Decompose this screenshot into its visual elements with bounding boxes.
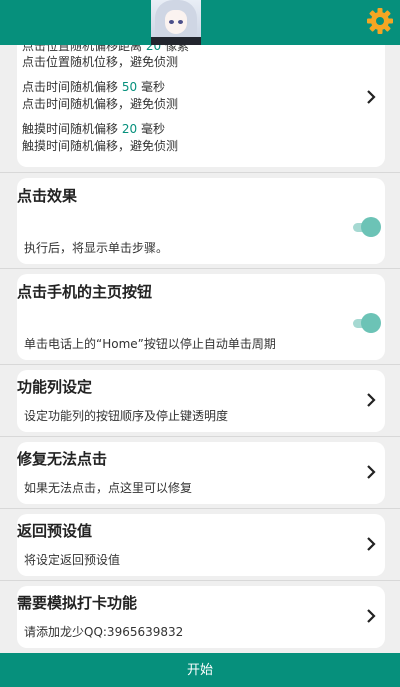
- top-app-bar: [0, 0, 400, 45]
- setting-fix-click[interactable]: 修复无法点击 如果无法点击，点这里可以修复: [17, 442, 385, 504]
- start-button[interactable]: 开始: [0, 653, 400, 687]
- settings-scroll-area[interactable]: 点击位置随机偏移距离 20 像素 点击位置随机位移，避免侦测 点击时间随机偏移 …: [0, 0, 400, 653]
- setting-title: 返回预设值: [17, 522, 93, 540]
- setting-title: 需要模拟打卡功能: [17, 594, 138, 612]
- chevron-right-icon[interactable]: [366, 609, 376, 623]
- divider: [0, 364, 400, 365]
- chevron-right-icon[interactable]: [366, 393, 376, 407]
- position-offset-hint: 点击位置随机位移，避免侦测: [22, 55, 179, 69]
- touch-offset-value: 20: [121, 122, 138, 136]
- divider: [0, 268, 400, 269]
- click-effect-toggle[interactable]: [353, 216, 381, 238]
- setting-desc: 单击电话上的“Home”按钮以停止自动单击周期: [24, 337, 276, 351]
- touch-offset-line: 触摸时间随机偏移 20 毫秒: [22, 122, 165, 136]
- divider: [0, 580, 400, 581]
- chevron-right-icon[interactable]: [366, 465, 376, 479]
- divider: [0, 508, 400, 509]
- divider: [0, 436, 400, 437]
- setting-click-effect[interactable]: 点击效果 执行后，将显示单击步骤。: [17, 178, 385, 264]
- divider: [0, 172, 400, 173]
- setting-desc: 请添加龙少QQ:3965639832: [24, 625, 184, 639]
- time-offset-hint: 点击时间随机偏移，避免侦测: [22, 97, 179, 111]
- touch-offset-hint: 触摸时间随机偏移，避免侦测: [22, 139, 179, 153]
- setting-desc: 执行后，将显示单击步骤。: [24, 241, 169, 255]
- setting-desc: 设定功能列的按钮顺序及停止键透明度: [24, 409, 229, 423]
- setting-reset-defaults[interactable]: 返回预设值 将设定返回预设值: [17, 514, 385, 576]
- chevron-right-icon[interactable]: [366, 537, 376, 551]
- setting-desc: 将设定返回预设值: [24, 553, 121, 567]
- setting-title: 点击效果: [17, 187, 78, 205]
- setting-title: 功能列设定: [17, 378, 93, 396]
- setting-title: 点击手机的主页按钮: [17, 283, 153, 301]
- home-button-toggle[interactable]: [353, 312, 381, 334]
- setting-clock-in[interactable]: 需要模拟打卡功能 请添加龙少QQ:3965639832: [17, 586, 385, 648]
- setting-title: 修复无法点击: [17, 450, 108, 468]
- time-offset-value: 50: [121, 80, 138, 94]
- setting-toolbar[interactable]: 功能列设定 设定功能列的按钮顺序及停止键透明度: [17, 370, 385, 432]
- avatar[interactable]: [151, 0, 201, 45]
- setting-desc: 如果无法点击，点这里可以修复: [24, 481, 193, 495]
- gear-icon[interactable]: [366, 7, 394, 35]
- setting-home-button[interactable]: 点击手机的主页按钮 单击电话上的“Home”按钮以停止自动单击周期: [17, 274, 385, 360]
- time-offset-line: 点击时间随机偏移 50 毫秒: [22, 80, 165, 94]
- chevron-right-icon[interactable]: [366, 90, 376, 104]
